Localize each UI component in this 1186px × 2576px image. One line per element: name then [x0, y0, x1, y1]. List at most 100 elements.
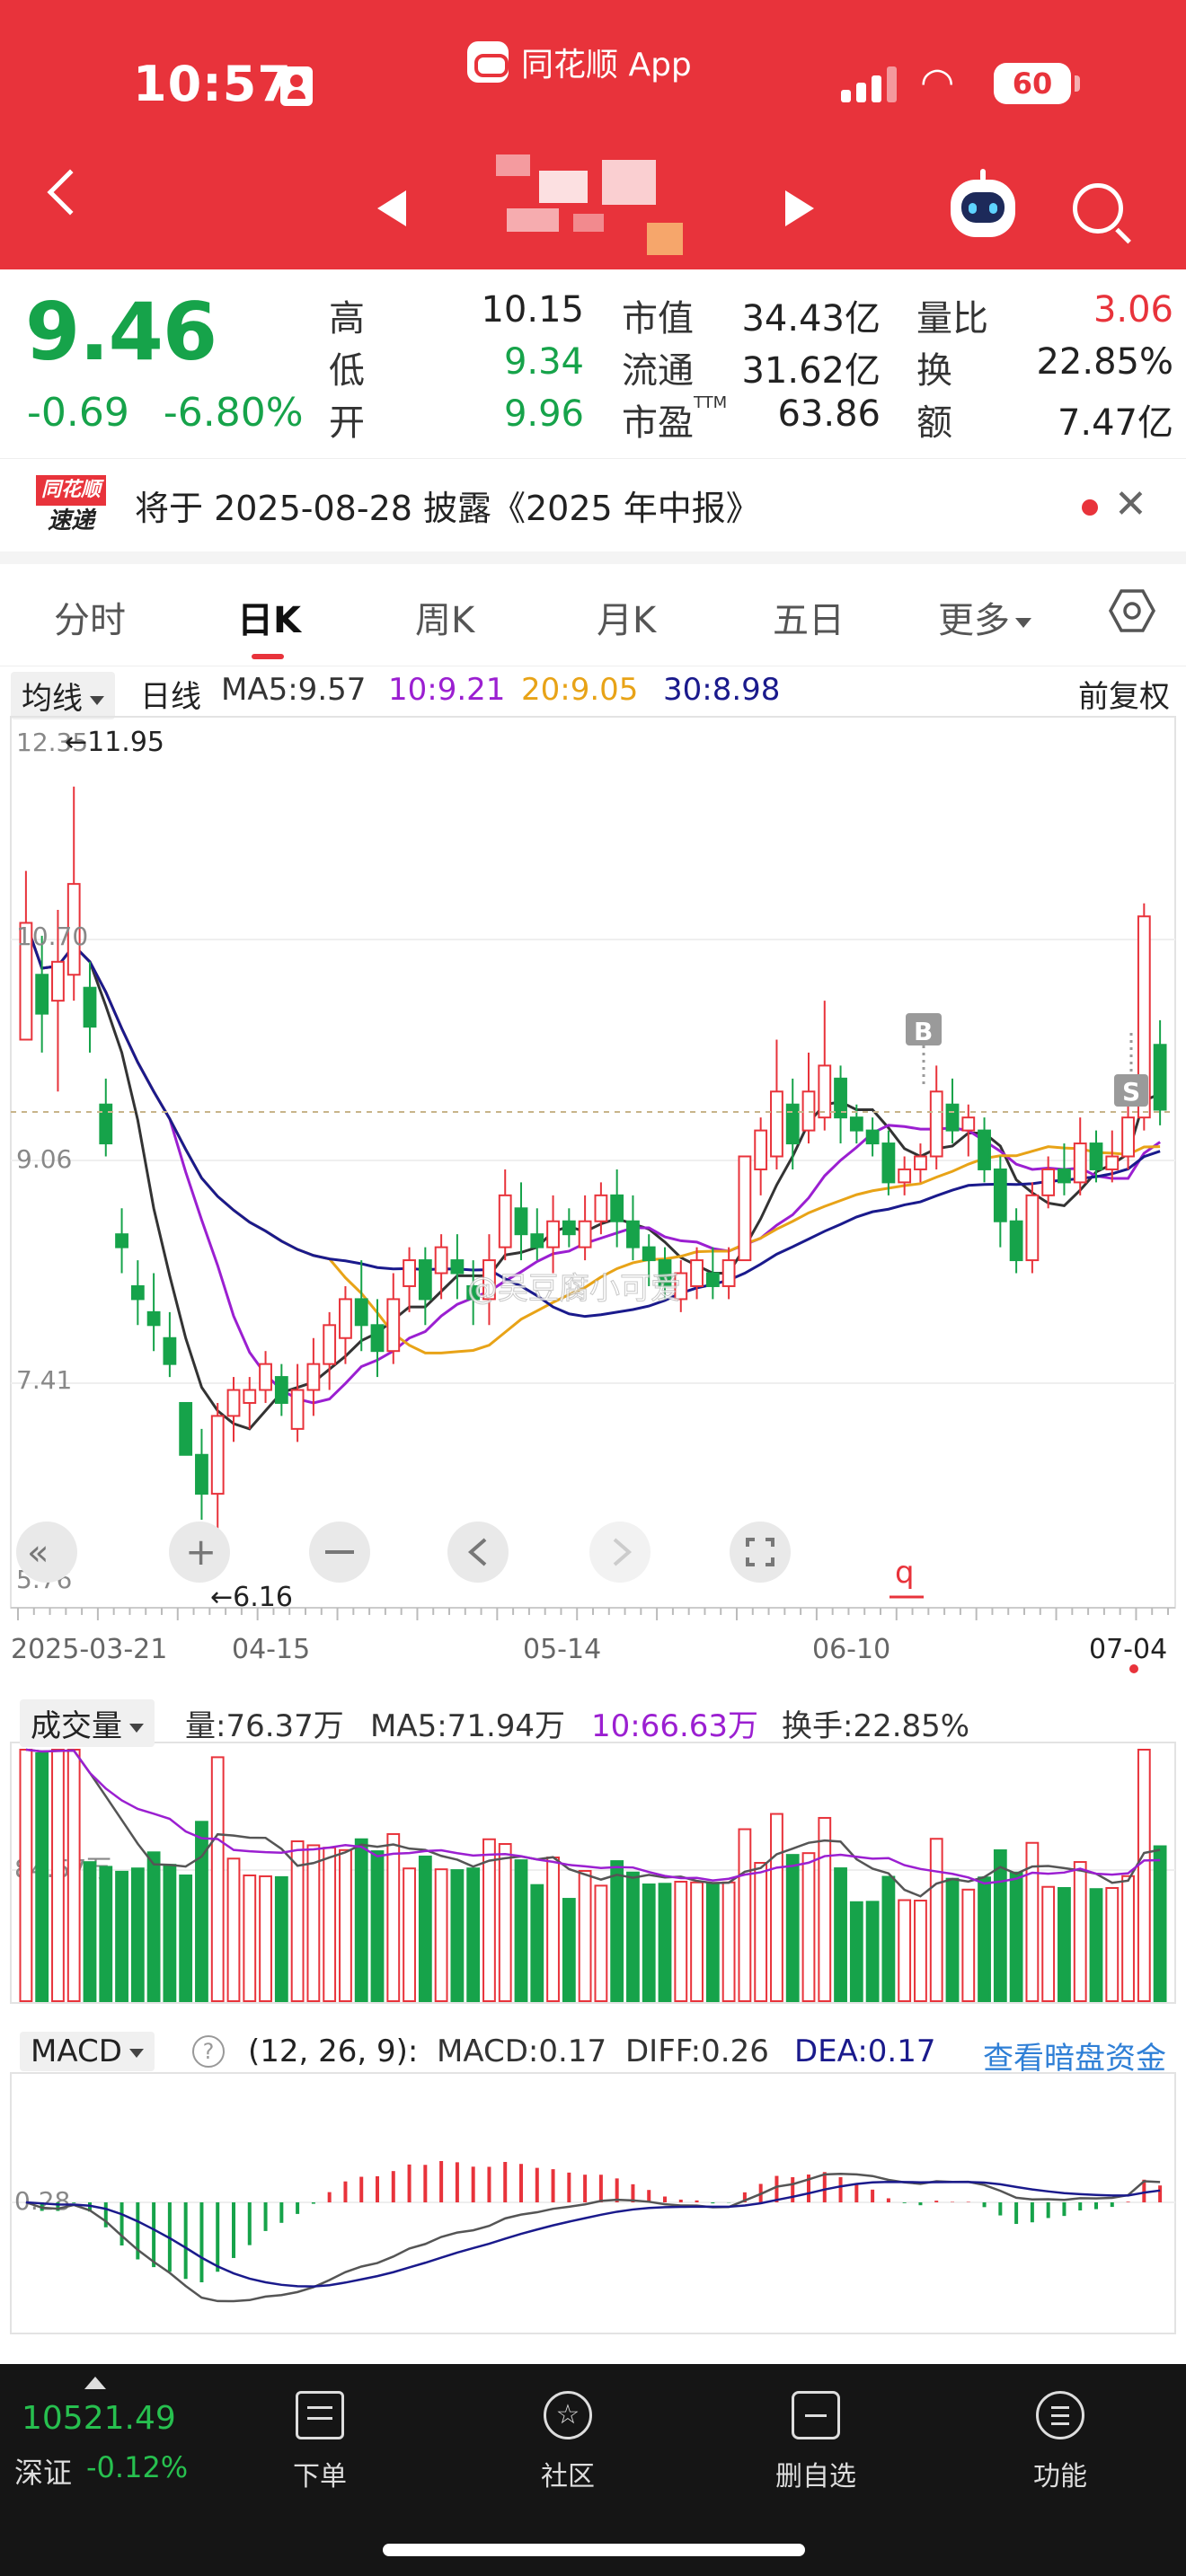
- volume-bar: [259, 1875, 272, 2003]
- candle-body: [434, 1246, 448, 1275]
- candle-body: [130, 1284, 145, 1301]
- candle-body: [626, 1220, 640, 1248]
- fullscreen-button: [730, 1522, 791, 1583]
- kline-chart[interactable]: 12.35 10.70 9.06 7.41 5.76 ←11.95 ←6.16 …: [0, 0, 1186, 2364]
- volume-dropdown[interactable]: 成交量: [20, 1699, 155, 1747]
- minus-box-icon: [792, 2391, 840, 2439]
- candle-body: [259, 1363, 272, 1391]
- candle-body: [370, 1324, 385, 1353]
- volume-bar: [51, 1749, 65, 2002]
- diff-line: [25, 2172, 1161, 2303]
- volume-bar: [115, 1870, 128, 2002]
- candle-body: [785, 1103, 800, 1145]
- candle-body: [945, 1103, 960, 1132]
- x-label-3: 05-14: [523, 1634, 601, 1665]
- volume-bar: [849, 1901, 863, 2003]
- candle-body: [354, 1298, 368, 1327]
- x-label-1: 2025-03-21: [11, 1634, 167, 1665]
- candle-body: [1105, 1155, 1120, 1170]
- volume-ma5: MA5:71.94万: [370, 1708, 566, 1744]
- volume-bar: [1105, 1887, 1120, 2002]
- help-icon[interactable]: ?: [192, 2035, 225, 2068]
- macd-dropdown[interactable]: MACD: [20, 2032, 155, 2071]
- macd-axis-label: 0.28: [14, 2186, 70, 2216]
- volume-bar: [163, 1864, 177, 2003]
- candle-body: [1058, 1168, 1071, 1184]
- candle-body: [514, 1207, 528, 1236]
- buy-marker-label: B: [914, 1017, 933, 1046]
- plus-icon: +: [185, 1530, 217, 1574]
- candle-body: [1025, 1194, 1040, 1262]
- expand-up-icon[interactable]: [84, 2377, 106, 2389]
- volume-bar: [35, 1752, 49, 2002]
- volume-bar: [1153, 1845, 1167, 2002]
- candle-body: [274, 1376, 288, 1404]
- volume-bar: [674, 1881, 688, 2002]
- volume-bar: [83, 1861, 97, 2003]
- volume-bar: [450, 1869, 465, 2003]
- volume-bar: [19, 1749, 33, 2002]
- volume-legend-row: 成交量 量:76.37万 MA5:71.94万 10:66.63万 换手:22.…: [0, 1694, 1186, 1748]
- volume-bar: [690, 1881, 704, 2003]
- nav-community[interactable]: ☆ 社区: [496, 2391, 640, 2493]
- volume-bar: [914, 1900, 927, 2002]
- candle-body: [929, 1090, 943, 1158]
- candle-body: [450, 1259, 465, 1275]
- candle-body: [1041, 1168, 1056, 1196]
- volume-bar: [993, 1849, 1007, 2002]
- caret-down-icon: [129, 1723, 144, 1733]
- candle-body: [290, 1389, 305, 1430]
- volume-bar: [66, 1749, 81, 2002]
- index-value[interactable]: 10521.49: [22, 2400, 176, 2437]
- volume-bar: [1041, 1885, 1056, 2003]
- volume-bar: [339, 1848, 352, 2002]
- volume-bar: [306, 1844, 321, 2003]
- home-indicator[interactable]: [383, 2544, 805, 2556]
- volume-ma10: 10:66.63万: [591, 1708, 759, 1744]
- volume-bar: [705, 1882, 720, 2003]
- double-left-icon: «: [27, 1532, 49, 1574]
- order-icon: [296, 2391, 344, 2439]
- scroll-right-button: [589, 1522, 651, 1583]
- volume-bar: [658, 1883, 672, 2002]
- candle-body: [721, 1259, 736, 1287]
- volume-bar: [226, 1857, 241, 2002]
- nav-order[interactable]: 下单: [248, 2391, 392, 2493]
- caret-down-icon: [128, 2048, 144, 2058]
- volume-bar: [434, 1868, 448, 2002]
- candle-body: [562, 1220, 576, 1236]
- nav-remove-watchlist[interactable]: 删自选: [744, 2391, 888, 2493]
- volume-bar: [1137, 1749, 1151, 2002]
- candle-body: [339, 1298, 352, 1339]
- macd-params: (12, 26, 9):: [248, 2033, 419, 2069]
- volume-bar: [834, 1867, 847, 2002]
- volume-turnover: 换手:22.85%: [782, 1708, 970, 1744]
- volume-bar: [418, 1855, 432, 2003]
- volume-bar: [386, 1832, 401, 2003]
- candle-body: [83, 986, 97, 1028]
- volume-bar: [1089, 1888, 1103, 2002]
- dark-pool-link[interactable]: 查看暗盘资金: [983, 2033, 1166, 2078]
- volume-bar: [370, 1850, 385, 2002]
- candle-body: [146, 1310, 161, 1327]
- candle-body: [898, 1168, 912, 1184]
- volume-bar: [1058, 1887, 1071, 2002]
- candle-body: [1121, 1116, 1135, 1158]
- ma30-line: [24, 922, 1161, 1319]
- volume-bar: [514, 1859, 528, 2003]
- nav-functions[interactable]: 功能: [988, 2391, 1132, 2493]
- candle-body: [418, 1259, 432, 1301]
- candle-body: [323, 1324, 337, 1365]
- volume-bar: [482, 1838, 496, 2002]
- star-icon: ☆: [544, 2391, 592, 2439]
- candle-body: [770, 1090, 783, 1158]
- candle-body: [530, 1233, 544, 1248]
- index-change: -0.12%: [86, 2450, 189, 2484]
- volume-bar: [210, 1756, 225, 2003]
- volume-bar: [323, 1847, 337, 2002]
- ma5-line: [24, 922, 1161, 1431]
- volume-bar: [562, 1898, 576, 2003]
- candle-body: [705, 1272, 720, 1287]
- volume-bar: [1009, 1871, 1023, 2002]
- y-label-2: 10.70: [16, 922, 88, 951]
